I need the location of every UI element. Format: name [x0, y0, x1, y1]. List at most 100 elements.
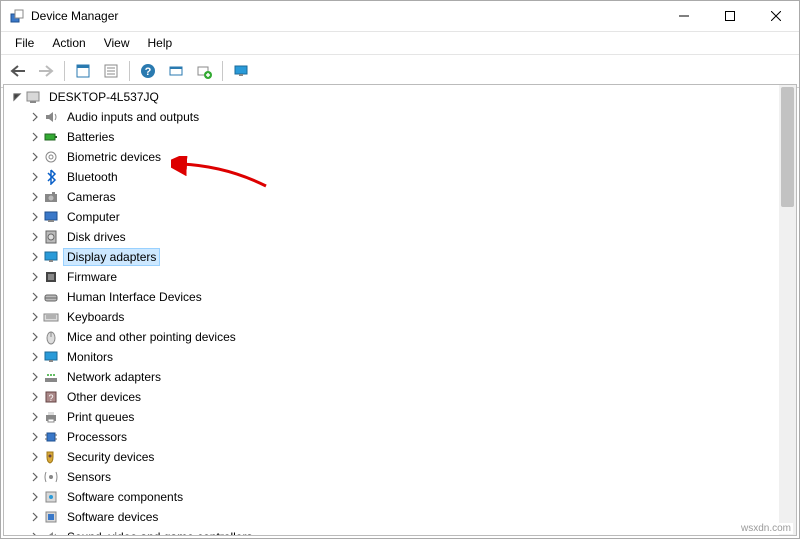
chevron-right-icon[interactable]	[28, 210, 42, 224]
tree-item-audio-inputs-and-outputs[interactable]: Audio inputs and outputs	[6, 107, 796, 127]
menubar: File Action View Help	[1, 32, 799, 55]
scrollbar-thumb[interactable]	[781, 87, 794, 207]
sensor-icon	[43, 469, 59, 485]
chevron-right-icon[interactable]	[28, 170, 42, 184]
security-icon	[43, 449, 59, 465]
show-hidden-button[interactable]	[70, 58, 96, 84]
battery-icon	[43, 129, 59, 145]
forward-button[interactable]	[33, 58, 59, 84]
tree-item-security-devices[interactable]: Security devices	[6, 447, 796, 467]
tree-item-label: Computer	[63, 208, 124, 226]
chevron-right-icon[interactable]	[28, 150, 42, 164]
tree-item-label: Software devices	[63, 508, 162, 526]
chevron-right-icon[interactable]	[28, 290, 42, 304]
tree-item-human-interface-devices[interactable]: Human Interface Devices	[6, 287, 796, 307]
scan-button[interactable]	[163, 58, 189, 84]
tree-item-label: Keyboards	[63, 308, 128, 326]
menu-view[interactable]: View	[96, 34, 138, 52]
display-icon	[43, 249, 59, 265]
tree-item-print-queues[interactable]: Print queues	[6, 407, 796, 427]
tree-item-sensors[interactable]: Sensors	[6, 467, 796, 487]
titlebar[interactable]: Device Manager	[1, 1, 799, 32]
minimize-button[interactable]	[661, 1, 707, 31]
chevron-right-icon[interactable]	[28, 510, 42, 524]
monitor-toolbar-button[interactable]	[228, 58, 254, 84]
tree-item-batteries[interactable]: Batteries	[6, 127, 796, 147]
tree-item-processors[interactable]: Processors	[6, 427, 796, 447]
chevron-right-icon[interactable]	[28, 330, 42, 344]
tree-item-firmware[interactable]: Firmware	[6, 267, 796, 287]
add-legacy-button[interactable]	[191, 58, 217, 84]
tree-item-label: Other devices	[63, 388, 145, 406]
chevron-right-icon[interactable]	[28, 430, 42, 444]
tree-item-software-components[interactable]: Software components	[6, 487, 796, 507]
audio-icon	[43, 109, 59, 125]
tree-item-label: Display adapters	[63, 248, 160, 266]
tree-item-label: Sound, video and game controllers	[63, 528, 256, 536]
tree-item-disk-drives[interactable]: Disk drives	[6, 227, 796, 247]
swcomp-icon	[43, 489, 59, 505]
tree-item-label: Security devices	[63, 448, 158, 466]
menu-action[interactable]: Action	[44, 34, 93, 52]
chevron-right-icon[interactable]	[28, 270, 42, 284]
tree-item-monitors[interactable]: Monitors	[6, 347, 796, 367]
tree-item-label: Batteries	[63, 128, 118, 146]
firmware-icon	[43, 269, 59, 285]
chevron-right-icon[interactable]	[28, 250, 42, 264]
bluetooth-icon	[43, 169, 59, 185]
chevron-right-icon[interactable]	[28, 390, 42, 404]
tree-item-bluetooth[interactable]: Bluetooth	[6, 167, 796, 187]
tree-item-label: Print queues	[63, 408, 138, 426]
menu-file[interactable]: File	[7, 34, 42, 52]
help-button[interactable]: ?	[135, 58, 161, 84]
tree-item-label: Monitors	[63, 348, 117, 366]
tree-root-label: DESKTOP-4L537JQ	[45, 88, 163, 106]
computer-icon	[43, 209, 59, 225]
chevron-right-icon[interactable]	[28, 450, 42, 464]
chevron-right-icon[interactable]	[28, 490, 42, 504]
menu-help[interactable]: Help	[140, 34, 181, 52]
svg-text:?: ?	[48, 393, 53, 403]
tree-root[interactable]: DESKTOP-4L537JQ	[6, 87, 796, 107]
chevron-right-icon[interactable]	[28, 370, 42, 384]
tree-item-biometric-devices[interactable]: Biometric devices	[6, 147, 796, 167]
tree-item-label: Bluetooth	[63, 168, 122, 186]
mouse-icon	[43, 329, 59, 345]
tree-item-label: Processors	[63, 428, 131, 446]
watermark: wsxdn.com	[739, 523, 793, 534]
hid-icon	[43, 289, 59, 305]
chevron-right-icon[interactable]	[28, 470, 42, 484]
tree-item-label: Disk drives	[63, 228, 130, 246]
chevron-right-icon[interactable]	[28, 130, 42, 144]
tree-item-cameras[interactable]: Cameras	[6, 187, 796, 207]
tree-item-other-devices[interactable]: ? Other devices	[6, 387, 796, 407]
chevron-right-icon[interactable]	[28, 410, 42, 424]
camera-icon	[43, 189, 59, 205]
tree-item-display-adapters[interactable]: Display adapters	[6, 247, 796, 267]
device-manager-window: Device Manager File Action View Help ? D…	[0, 0, 800, 539]
chevron-right-icon[interactable]	[28, 230, 42, 244]
chevron-right-icon[interactable]	[28, 350, 42, 364]
tree-item-network-adapters[interactable]: Network adapters	[6, 367, 796, 387]
device-tree[interactable]: DESKTOP-4L537JQAudio inputs and outputsB…	[3, 84, 797, 536]
tree-item-mice-and-other-pointing-devices[interactable]: Mice and other pointing devices	[6, 327, 796, 347]
chevron-right-icon[interactable]	[28, 310, 42, 324]
tree-item-label: Firmware	[63, 268, 121, 286]
chevron-down-icon[interactable]	[10, 90, 24, 104]
sound-icon	[43, 529, 59, 536]
chevron-right-icon[interactable]	[28, 110, 42, 124]
network-icon	[43, 369, 59, 385]
chevron-right-icon[interactable]	[28, 530, 42, 536]
close-button[interactable]	[753, 1, 799, 31]
tree-item-sound-video-and-game-controllers[interactable]: Sound, video and game controllers	[6, 527, 796, 536]
other-icon: ?	[43, 389, 59, 405]
chevron-right-icon[interactable]	[28, 190, 42, 204]
tree-item-label: Biometric devices	[63, 148, 165, 166]
tree-item-keyboards[interactable]: Keyboards	[6, 307, 796, 327]
properties-button[interactable]	[98, 58, 124, 84]
back-button[interactable]	[5, 58, 31, 84]
tree-item-software-devices[interactable]: Software devices	[6, 507, 796, 527]
maximize-button[interactable]	[707, 1, 753, 31]
tree-scrollbar[interactable]	[779, 85, 796, 535]
tree-item-computer[interactable]: Computer	[6, 207, 796, 227]
